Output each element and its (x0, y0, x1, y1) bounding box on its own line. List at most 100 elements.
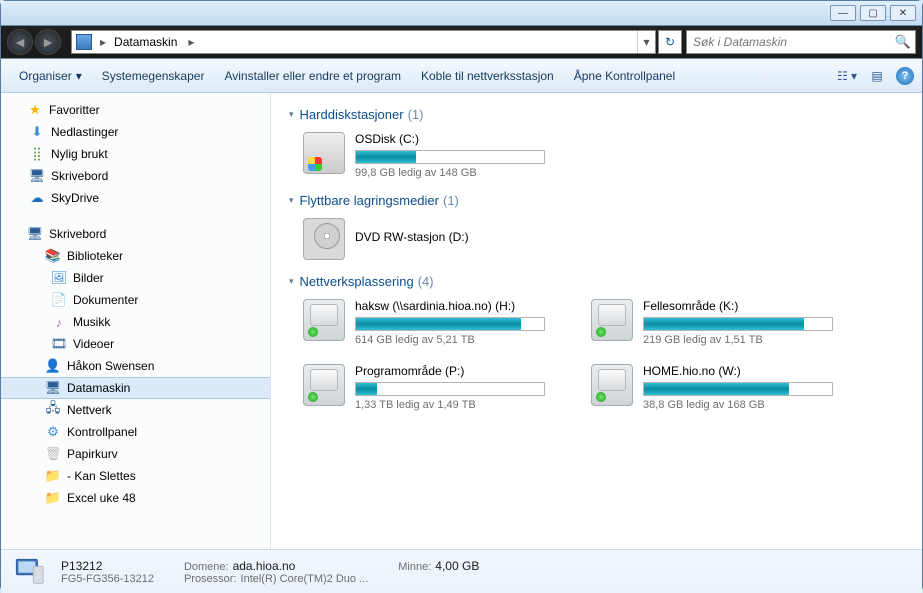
drive-name: Programområde (P:) (355, 364, 545, 378)
status-memory-label: Minne: (398, 561, 431, 573)
group-label: Nettverksplassering (300, 274, 414, 289)
organize-label: Organiser (19, 69, 72, 83)
folder-icon: 📁 (45, 490, 61, 506)
content-pane[interactable]: ▾ Harddiskstasjoner (1) OSDisk (C:) 99,8… (271, 93, 922, 549)
capacity-fill (356, 151, 416, 163)
refresh-button[interactable]: ↻ (658, 30, 682, 54)
status-memory-value: 4,00 GB (435, 559, 479, 573)
drive-name: Fellesområde (K:) (643, 299, 833, 313)
breadcrumb-sep[interactable]: ▸ (184, 35, 198, 49)
minimize-icon: — (838, 8, 848, 19)
group-hard-disks[interactable]: ▾ Harddiskstasjoner (1) (289, 107, 904, 122)
group-removable[interactable]: ▾ Flyttbare lagringsmedier (1) (289, 193, 904, 208)
sidebar-item-label: Håkon Swensen (67, 359, 154, 373)
drive-subtext: 614 GB ledig av 5,21 TB (355, 334, 545, 346)
sidebar-desktop-fav[interactable]: 🖥 Skrivebord (1, 165, 270, 187)
address-bar[interactable]: ▸ Datamaskin ▸ ▾ (71, 30, 656, 54)
search-input[interactable] (691, 34, 895, 50)
sidebar-can-delete[interactable]: 📁 - Kan Slettes (1, 465, 270, 487)
sidebar-item-label: Nettverk (67, 403, 112, 417)
search-box[interactable]: 🔍 (686, 30, 916, 54)
drive-name: haksw (\\sardinia.hioa.no) (H:) (355, 299, 545, 313)
computer-large-icon (11, 554, 47, 590)
system-properties-button[interactable]: Systemegenskaper (92, 65, 215, 87)
address-dropdown[interactable]: ▾ (637, 31, 655, 53)
hdd-icon (303, 132, 345, 174)
sidebar-pictures[interactable]: 🖼 Bilder (1, 267, 270, 289)
breadcrumb-root-arrow[interactable]: ▸ (96, 35, 110, 49)
sidebar-recent[interactable]: ⣿ Nylig brukt (1, 143, 270, 165)
sidebar-computer[interactable]: 🖥 Datamaskin (1, 377, 270, 399)
search-icon[interactable]: 🔍 (895, 34, 911, 50)
navigation-bar: ◄ ► ▸ Datamaskin ▸ ▾ ↻ 🔍 (1, 25, 922, 59)
collapse-icon: ▾ (289, 195, 294, 206)
navigation-pane[interactable]: ★ Favoritter ⬇ Nedlastinger ⣿ Nylig bruk… (1, 93, 271, 549)
sidebar-videos[interactable]: 🎞 Videoer (1, 333, 270, 355)
back-button[interactable]: ◄ (7, 29, 33, 55)
drive-home-hio[interactable]: HOME.hio.no (W:) 38,8 GB ledig av 168 GB (587, 360, 835, 415)
drive-subtext: 99,8 GB ledig av 148 GB (355, 167, 545, 179)
sidebar-item-label: Nedlastinger (51, 125, 118, 139)
sidebar-network[interactable]: 🖧 Nettverk (1, 399, 270, 421)
preview-pane-button[interactable]: ▤ (862, 64, 892, 88)
capacity-fill (356, 318, 521, 330)
capacity-bar (643, 382, 833, 396)
sidebar-item-label: Excel uke 48 (67, 491, 136, 505)
sidebar-item-label: Biblioteker (67, 249, 123, 263)
forward-button[interactable]: ► (35, 29, 61, 55)
desktop-icon: 🖥 (27, 226, 43, 242)
drive-dvd[interactable]: DVD RW-stasjon (D:) (299, 214, 547, 264)
capacity-bar (355, 382, 545, 396)
title-bar: — ▢ ✕ (1, 1, 922, 25)
status-domain-value: ada.hioa.no (233, 559, 296, 573)
folder-icon: 📁 (45, 468, 61, 484)
capacity-bar (355, 150, 545, 164)
capacity-fill (356, 383, 377, 395)
dvd-icon (303, 218, 345, 260)
sidebar-item-label: - Kan Slettes (67, 469, 136, 483)
maximize-button[interactable]: ▢ (860, 5, 886, 21)
sidebar-item-label: Musikk (73, 315, 110, 329)
sidebar-favorites[interactable]: ★ Favoritter (1, 99, 270, 121)
breadcrumb-location[interactable]: Datamaskin (110, 31, 184, 53)
group-label: Flyttbare lagringsmedier (300, 193, 439, 208)
sidebar-item-label: Bilder (73, 271, 104, 285)
minimize-button[interactable]: — (830, 5, 856, 21)
sidebar-skydrive[interactable]: ☁ SkyDrive (1, 187, 270, 209)
drive-haksw[interactable]: haksw (\\sardinia.hioa.no) (H:) 614 GB l… (299, 295, 547, 350)
sidebar-user[interactable]: 👤 Håkon Swensen (1, 355, 270, 377)
collapse-icon: ▾ (289, 109, 294, 120)
collapse-icon: ▾ (289, 276, 294, 287)
network-drive-icon (591, 364, 633, 406)
sidebar-item-label: Favoritter (49, 103, 100, 117)
star-icon: ★ (27, 102, 43, 118)
map-network-drive-button[interactable]: Koble til nettverksstasjon (411, 65, 564, 87)
sidebar-item-label: Nylig brukt (51, 147, 108, 161)
computer-icon (76, 34, 92, 50)
sidebar-desktop[interactable]: 🖥 Skrivebord (1, 223, 270, 245)
sidebar-excel-uke-48[interactable]: 📁 Excel uke 48 (1, 487, 270, 509)
sidebar-controlpanel[interactable]: ⚙ Kontrollpanel (1, 421, 270, 443)
sidebar-recycle[interactable]: 🗑 Papirkurv (1, 443, 270, 465)
group-network-locations[interactable]: ▾ Nettverksplassering (4) (289, 274, 904, 289)
sidebar-documents[interactable]: 📄 Dokumenter (1, 289, 270, 311)
organize-menu[interactable]: Organiser ▾ (9, 65, 92, 87)
videos-icon: 🎞 (51, 336, 67, 352)
cloud-icon: ☁ (29, 190, 45, 206)
close-button[interactable]: ✕ (890, 5, 916, 21)
group-count: (4) (418, 274, 434, 289)
drive-osdisk[interactable]: OSDisk (C:) 99,8 GB ledig av 148 GB (299, 128, 547, 183)
drive-name: HOME.hio.no (W:) (643, 364, 833, 378)
sidebar-libraries[interactable]: 📚 Biblioteker (1, 245, 270, 267)
view-options-button[interactable]: ☷ ▾ (832, 64, 862, 88)
sidebar-downloads[interactable]: ⬇ Nedlastinger (1, 121, 270, 143)
drive-fellesomrade[interactable]: Fellesområde (K:) 219 GB ledig av 1,51 T… (587, 295, 835, 350)
breadcrumb-label: Datamaskin (114, 35, 177, 49)
capacity-fill (644, 318, 804, 330)
help-button[interactable]: ? (896, 67, 914, 85)
drive-programomrade[interactable]: Programområde (P:) 1,33 TB ledig av 1,49… (299, 360, 547, 415)
sidebar-music[interactable]: ♪ Musikk (1, 311, 270, 333)
recent-icon: ⣿ (29, 146, 45, 162)
open-control-panel-button[interactable]: Åpne Kontrollpanel (564, 65, 685, 87)
uninstall-programs-button[interactable]: Avinstaller eller endre et program (214, 65, 411, 87)
